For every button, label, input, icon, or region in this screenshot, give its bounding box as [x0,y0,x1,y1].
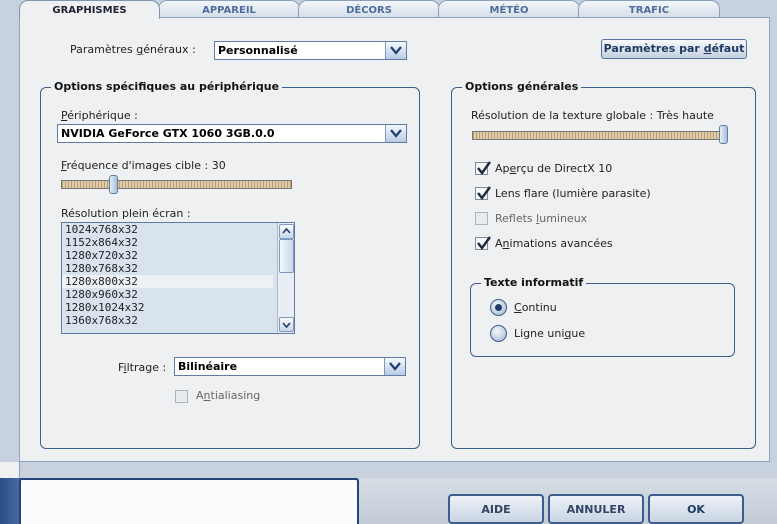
checkmark-icon [477,161,491,175]
fps-label: Fréquence d'images cible : 30 [61,159,226,172]
status-area [19,478,359,524]
general-options-title: Options générales [462,80,582,93]
continuous-radio[interactable] [490,299,507,316]
help-button[interactable]: AIDE [448,494,544,524]
filter-label: Filtrage : [118,361,167,374]
chevron-down-icon[interactable] [385,125,406,142]
tab-label: MÉTÉO [489,5,529,16]
list-item[interactable]: 1152x864x32 [62,236,273,249]
texture-slider-thumb[interactable] [719,125,728,144]
resolution-label: Résolution plein écran : [61,207,191,220]
continuous-label: Continu [514,301,557,314]
antialiasing-label: Antialiasing [196,389,261,402]
tab-appareil[interactable]: APPAREIL [158,0,300,17]
lens-flare-label: Lens flare (lumière parasite) [495,187,651,200]
info-text-group: Texte informatif [470,276,735,357]
chevron-down-icon[interactable] [384,358,405,375]
fps-slider-fill [61,180,112,189]
device-value: NVIDIA GeForce GTX 1060 3GB.0.0 [61,127,275,140]
tab-label: APPAREIL [202,5,256,16]
lens-flare-checkbox[interactable] [475,186,491,200]
tab-meteo[interactable]: MÉTÉO [438,0,580,17]
chevron-up-icon [282,227,291,234]
tab-label: DÉCORS [346,5,392,16]
chevron-down-icon[interactable] [385,42,406,59]
general-settings-label: Paramètres généraux : [70,43,196,56]
list-item[interactable]: 1280x960x32 [62,288,273,301]
resolution-listbox[interactable]: 1024x768x32 1152x864x32 1280x720x32 1280… [61,222,295,334]
tab-trafic[interactable]: TRAFIC [578,0,720,17]
directx10-label: Aperçu de DirectX 10 [495,162,613,175]
tab-decors[interactable]: DÉCORS [298,0,440,17]
advanced-animations-checkbox[interactable] [475,236,491,250]
list-item[interactable]: 1280x768x32 [62,262,273,275]
reflections-label: Reflets lumineux [495,212,588,225]
radio-dot [495,304,502,311]
scroll-up-button[interactable] [279,224,294,239]
list-item[interactable]: 1280x1024x32 [62,301,273,314]
resolution-scrollbar[interactable] [277,223,294,333]
chevron-down-icon [282,322,291,329]
general-settings-value: Personnalisé [218,44,298,57]
single-line-radio[interactable] [490,325,507,342]
antialiasing-checkbox[interactable] [175,390,188,403]
filter-value: Bilinéaire [178,360,238,373]
scroll-down-button[interactable] [279,317,294,332]
fps-slider-thumb[interactable] [109,175,118,194]
tab-graphismes[interactable]: GRAPHISMES [19,0,160,19]
device-label: Périphérique : [61,109,138,122]
checkmark-icon [477,236,491,250]
general-settings-combo[interactable]: Personnalisé [214,41,407,60]
list-item[interactable]: 1360x768x32 [62,314,273,327]
default-settings-button[interactable]: Paramètres par défaut [601,39,747,59]
checkmark-icon [477,186,491,200]
list-item[interactable]: 1024x768x32 [62,223,273,236]
cancel-button[interactable]: ANNULER [548,494,644,524]
tab-label: TRAFIC [628,5,670,16]
list-item[interactable]: 1280x720x32 [62,249,273,262]
texture-slider-track[interactable] [472,131,726,140]
tab-label: GRAPHISMES [52,5,127,16]
list-item-selected[interactable]: 1280x800x32 [62,275,273,288]
directx10-checkbox[interactable] [475,161,491,175]
advanced-animations-label: Animations avancées [495,237,613,250]
general-options-group: Options générales [451,80,756,449]
reflections-checkbox[interactable] [475,212,488,225]
ok-button[interactable]: OK [648,494,744,524]
single-line-label: Ligne unique [514,327,586,340]
device-combo[interactable]: NVIDIA GeForce GTX 1060 3GB.0.0 [57,124,407,143]
info-text-title: Texte informatif [481,276,587,289]
texture-resolution-label: Résolution de la texture globale : Très … [471,109,714,122]
scroll-thumb[interactable] [279,239,294,273]
filter-combo[interactable]: Bilinéaire [174,357,406,376]
device-options-title: Options spécifiques au périphérique [51,80,283,93]
